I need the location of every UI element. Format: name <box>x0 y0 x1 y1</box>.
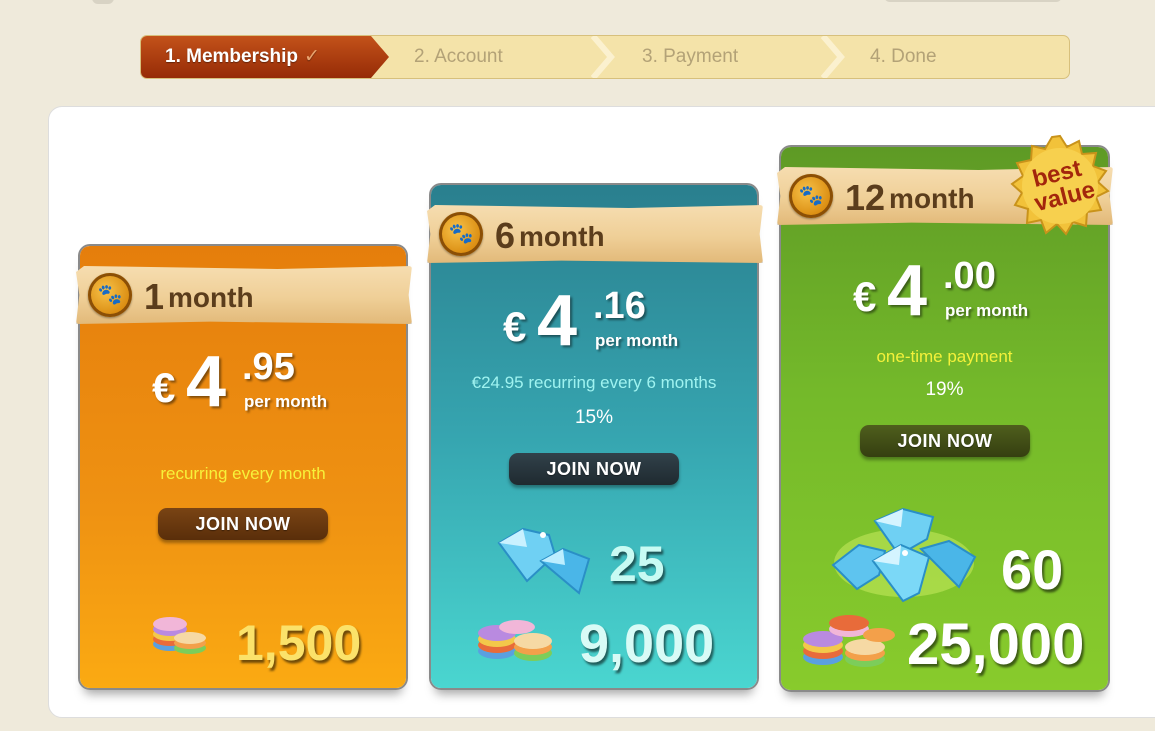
join-now-button[interactable]: JOIN NOW <box>509 453 679 485</box>
gems-amount: 60 <box>1001 538 1064 601</box>
plan-duration-number: 12 <box>845 177 886 218</box>
step-label: 1. Membership <box>165 46 299 67</box>
coins-icon <box>150 610 210 661</box>
billing-note: €24.95 recurring every 6 months <box>471 373 717 392</box>
paw-icon: 🐾 <box>789 174 833 218</box>
top-decoration <box>92 0 114 4</box>
plan-duration-unit: month <box>519 221 605 252</box>
step-done[interactable]: 4. Done <box>870 36 937 78</box>
plan-duration-number: 6 <box>495 215 516 256</box>
price-decimal: .95 <box>242 346 295 388</box>
currency-symbol: € <box>152 364 176 411</box>
coins-amount: 1,500 <box>236 615 362 671</box>
price-integer: 4 <box>887 251 928 331</box>
coins-icon <box>475 609 559 670</box>
price-period: per month <box>244 392 328 411</box>
step-label: 3. Payment <box>642 46 739 67</box>
plan-duration-unit: month <box>168 282 254 313</box>
paw-icon: 🐾 <box>439 212 483 256</box>
gems-amount: 25 <box>609 536 665 592</box>
plan-duration-unit: month <box>889 183 975 214</box>
price-period: per month <box>595 331 679 350</box>
plan-card-1-month[interactable]: € 4 .95 per month recurring every month … <box>76 244 412 690</box>
currency-symbol: € <box>503 303 527 350</box>
diamond-icon <box>493 521 597 602</box>
price-integer: 4 <box>537 281 578 361</box>
coins-amount: 9,000 <box>579 614 715 674</box>
plan-banner: 🐾 1 month <box>76 266 412 324</box>
best-value-badge: best value <box>1007 133 1113 239</box>
price-decimal: .00 <box>943 255 996 297</box>
billing-note: one-time payment <box>876 347 1013 366</box>
paw-icon: 🐾 <box>88 273 132 317</box>
step-label: 2. Account <box>414 46 503 67</box>
currency-symbol: € <box>853 273 877 320</box>
step-account[interactable]: 2. Account <box>414 36 503 78</box>
join-now-button[interactable]: JOIN NOW <box>158 508 328 540</box>
billing-note: recurring every month <box>160 464 326 483</box>
coins-icon <box>799 607 899 678</box>
step-label: 4. Done <box>870 46 937 67</box>
plan-banner: 🐾 6 month <box>427 205 763 263</box>
chevron-divider <box>821 36 845 78</box>
join-now-button[interactable]: JOIN NOW <box>860 425 1030 457</box>
step-membership[interactable]: 1. Membership ✓ <box>141 36 389 78</box>
plan-card-12-month[interactable]: € 4 .00 per month one-time payment 19% J… <box>777 134 1113 692</box>
chevron-divider <box>591 36 615 78</box>
price-decimal: .16 <box>593 285 646 327</box>
price-period: per month <box>945 301 1029 320</box>
top-decoration <box>884 0 1062 2</box>
signup-progress-steps: 1. Membership ✓ 2. Account 3. Payment 4. … <box>140 35 1070 79</box>
price-integer: 4 <box>186 342 227 422</box>
coins-amount: 25,000 <box>907 612 1085 677</box>
diamond-icon <box>829 503 979 608</box>
discount-percent: 15% <box>574 407 614 428</box>
plan-duration-number: 1 <box>144 276 165 317</box>
check-icon: ✓ <box>304 46 320 67</box>
step-payment[interactable]: 3. Payment <box>642 36 738 78</box>
plan-card-6-month[interactable]: € 4 .16 per month €24.95 recurring every… <box>427 183 763 690</box>
discount-percent: 19% <box>925 379 964 400</box>
